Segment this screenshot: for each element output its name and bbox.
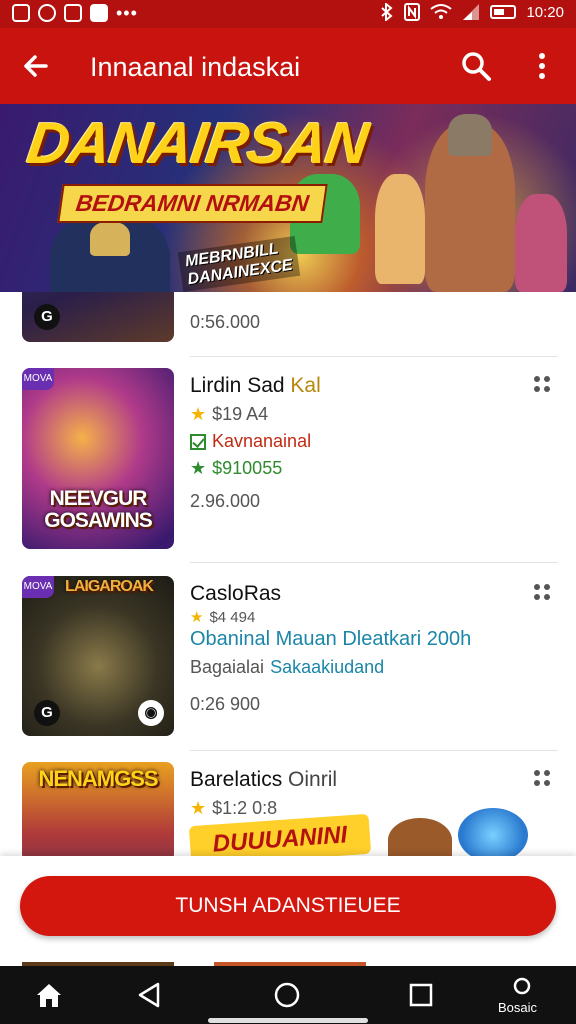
divider (190, 356, 558, 357)
star-icon: ★ (190, 798, 207, 818)
app-bar: Innaanal indaskai (0, 28, 576, 104)
banner-headline: DANAIRSAN (23, 111, 372, 176)
item-name-main: Lirdin Sad (190, 374, 285, 397)
gesture-handle[interactable] (208, 1018, 368, 1023)
banner-tag: MEBRNBILL DANAINEXCE (177, 235, 301, 292)
thumbnail-corner-tag: MOVA (22, 368, 54, 390)
map-icon (90, 4, 108, 22)
list-item[interactable]: MOVA LAIGAROAK G ◉ CasloRas ★ $4 494 Oban… (0, 576, 576, 746)
item-rating: ★ $19 A4 (190, 404, 520, 425)
navigation-bar: Bosaic (0, 966, 576, 1024)
item-price: 2.96.000 (190, 491, 261, 511)
page-title: Innaanal indaskai (90, 52, 301, 82)
check-icon (190, 433, 206, 450)
hero-helmet (90, 222, 130, 256)
game-thumbnail[interactable]: G (22, 292, 174, 342)
game-badge-icon: G (34, 700, 60, 726)
promo-banner[interactable]: DANAIRSAN BEDRAMNI NRMABN MEBRNBILL DANA… (0, 104, 576, 292)
divider (190, 562, 558, 563)
bluetooth-icon (381, 3, 394, 21)
item-name-suffix: Kal (290, 374, 321, 397)
item-rating: ★ $4 494 (190, 608, 520, 627)
game-list: G 0:56.000 MOVA NEEVGUR GOSAWINS Lirdin … (0, 292, 576, 856)
item-name-main: Barelatics (190, 768, 283, 791)
square-icon (64, 4, 82, 22)
signal-icon (463, 4, 480, 20)
item-description: Obaninal Mauan Dleatkari 200h (190, 628, 472, 650)
promo-art-text: DUUUANINI (188, 813, 372, 856)
character-art-icon (458, 808, 528, 856)
list-item[interactable]: G 0:56.000 (0, 292, 576, 356)
character-art-icon (388, 818, 452, 856)
search-icon[interactable] (460, 50, 492, 82)
gamepad-icon: ◉ (138, 700, 164, 726)
game-thumbnail[interactable]: MOVA NEEVGUR GOSAWINS (22, 368, 174, 549)
item-menu-icon[interactable] (530, 580, 554, 604)
girl-figure (375, 174, 425, 284)
star-outline-icon: ★ (190, 458, 207, 478)
item-info: Barelatics Oinril ★ $1:2 0:8 (190, 768, 520, 819)
status-time: 10:20 (526, 3, 564, 21)
home-icon[interactable] (34, 980, 64, 1010)
item-info: Lirdin Sad Kal ★ $19 A4 Kavnanainal ★ $910… (190, 374, 520, 512)
game-thumbnail[interactable]: MOVA LAIGAROAK G ◉ (22, 576, 174, 736)
app-icon (12, 4, 30, 22)
nfc-icon (404, 3, 421, 21)
back-icon[interactable] (134, 980, 164, 1010)
item-menu-icon[interactable] (530, 766, 554, 790)
status-bar: ••• 10:20 (0, 0, 576, 28)
divider (190, 750, 558, 751)
warrior-helmet (448, 114, 492, 156)
battery-icon (490, 5, 517, 19)
subline-link[interactable]: Sakaakiudand (270, 657, 384, 678)
rating-value: $4 494 (209, 608, 256, 626)
rating-value: $19 A4 (212, 404, 269, 424)
banner-subline: BEDRAMNI NRMABN (57, 184, 328, 223)
item-extra: ★ $910055 (190, 458, 520, 479)
item-price: 0:56.000 (190, 312, 261, 332)
item-menu-icon[interactable] (530, 372, 554, 396)
profile-icon[interactable] (510, 976, 534, 1000)
primary-cta-button[interactable]: TUNSH ADANSTIEUEE (20, 876, 556, 936)
game-badge-icon: G (34, 304, 60, 330)
item-name: Barelatics Oinril (190, 768, 520, 792)
home-circle-icon[interactable] (272, 980, 302, 1010)
item-name-suffix: Oinril (288, 768, 338, 791)
circle-icon (38, 4, 56, 22)
item-name: Lirdin Sad Kal (190, 374, 520, 398)
rating-value: $1:2 0:8 (212, 798, 278, 818)
list-item[interactable]: NENAMGSS Barelatics Oinril ★ $1:2 0:8 DUU… (0, 762, 576, 856)
game-thumbnail[interactable]: NENAMGSS (22, 762, 174, 856)
item-subline: Bagaialai Sakaakiudand (190, 657, 520, 678)
star-icon: ★ (190, 404, 207, 424)
extra-value: $910055 (212, 458, 283, 478)
item-info: CasloRas ★ $4 494 Obaninal Mauan Dleatkar… (190, 582, 520, 715)
list-item[interactable]: MOVA NEEVGUR GOSAWINS Lirdin Sad Kal ★ $1… (0, 368, 576, 554)
recents-icon[interactable] (406, 980, 436, 1010)
thumbnail-title: NEEVGUR GOSAWINS (44, 487, 153, 532)
more-notifications-icon: ••• (116, 3, 138, 23)
overflow-menu-icon[interactable] (528, 50, 556, 82)
star-icon: ★ (190, 609, 204, 626)
item-info: 0:56.000 (190, 312, 520, 333)
tag-text: Kavnanainal (212, 431, 312, 451)
thumbnail-title: NENAMGSS (38, 766, 158, 791)
subline-prefix: Bagaialai (190, 657, 265, 677)
back-arrow-icon[interactable] (20, 50, 52, 82)
item-price: 0:26 900 (190, 694, 261, 714)
profile-label: Bosaic (498, 1000, 538, 1015)
item-name: CasloRas (190, 582, 282, 605)
item-tag: Kavnanainal (190, 431, 520, 452)
wifi-icon (430, 4, 453, 19)
thumbnail-title: LAIGAROAK (65, 578, 154, 595)
warrior-woman-figure (515, 194, 567, 292)
